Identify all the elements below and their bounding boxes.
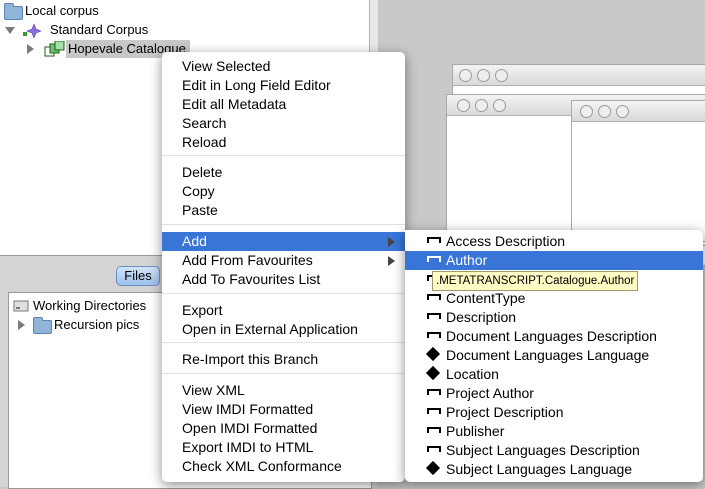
window-titlebar[interactable] (453, 65, 705, 86)
submenu-item-author[interactable]: Author (405, 251, 703, 270)
catalogue-icon (44, 41, 65, 57)
tooltip: .METATRANSCRIPT.Catalogue.Author (432, 271, 639, 291)
submenu-item-label: Publisher (446, 423, 505, 439)
submenu-item-label: Access Description (446, 233, 566, 249)
menu-separator (162, 293, 405, 294)
submenu-item-description[interactable]: Description (405, 308, 703, 327)
menu-item-copy[interactable]: Copy (162, 182, 405, 201)
expand-right-icon[interactable] (27, 44, 34, 54)
menu-separator (162, 373, 405, 374)
menu-item-add[interactable]: Add (162, 232, 405, 251)
corpus-icon (23, 23, 42, 39)
expand-right-icon[interactable] (18, 320, 25, 330)
window-minimize-icon[interactable] (598, 105, 611, 118)
node-icon (425, 346, 441, 362)
tab-files[interactable]: Files (116, 266, 160, 286)
field-icon (427, 427, 441, 435)
menu-item-edit-in-long-field-editor[interactable]: Edit in Long Field Editor (162, 76, 405, 95)
window-close-icon[interactable] (457, 99, 470, 112)
menu-item-view-imdi-formatted[interactable]: View IMDI Formatted (162, 400, 405, 419)
folder-icon (33, 317, 52, 334)
menu-item-reload[interactable]: Reload (162, 133, 405, 152)
submenu-item-label: Subject Languages Language (446, 461, 633, 477)
field-icon (427, 294, 441, 302)
submenu-item-label: Document Languages Language (446, 347, 650, 363)
window-close-icon[interactable] (580, 105, 593, 118)
window-minimize-icon[interactable] (477, 69, 490, 82)
menu-item-re-import-this-branch[interactable]: Re-Import this Branch (162, 350, 405, 369)
tree-node-label: Recursion pics (54, 317, 140, 332)
field-icon (427, 237, 441, 245)
field-icon (427, 446, 441, 454)
menu-item-check-xml-conformance[interactable]: Check XML Conformance (162, 457, 405, 476)
menu-item-delete[interactable]: Delete (162, 163, 405, 182)
window-titlebar[interactable] (572, 101, 705, 122)
submenu-item-location[interactable]: Location (405, 365, 703, 384)
menu-item-export[interactable]: Export (162, 301, 405, 320)
submenu-item-label: Project Description (446, 404, 564, 420)
submenu-item-label: Document Languages Description (446, 328, 657, 344)
field-icon (427, 256, 441, 264)
menu-item-open-imdi-formatted[interactable]: Open IMDI Formatted (162, 419, 405, 438)
submenu-item-label: Subject Languages Description (446, 442, 640, 458)
tree-node-standard-corpus[interactable]: Standard Corpus (0, 21, 200, 39)
submenu-item-label: Project Author (446, 385, 534, 401)
submenu-item-access-description[interactable]: Access Description (405, 232, 703, 251)
submenu-item-document-languages-language[interactable]: Document Languages Language (405, 346, 703, 365)
expand-down-icon[interactable] (5, 27, 15, 34)
tree-node-label: Working Directories (33, 298, 147, 313)
submenu-item-project-description[interactable]: Project Description (405, 403, 703, 422)
window-close-icon[interactable] (459, 69, 472, 82)
menu-separator (162, 155, 405, 156)
drive-icon (13, 300, 29, 312)
context-menu: View Selected Edit in Long Field Editor Ed… (162, 52, 405, 482)
field-icon (427, 408, 441, 416)
tree-node-label: Local corpus (25, 3, 99, 18)
menu-item-view-selected[interactable]: View Selected (162, 57, 405, 76)
window-zoom-icon[interactable] (495, 69, 508, 82)
node-icon (425, 365, 441, 381)
folder-icon (4, 3, 23, 20)
menu-separator (162, 224, 405, 225)
node-icon (425, 460, 441, 476)
submenu-arrow-icon (388, 237, 395, 247)
menu-item-view-xml[interactable]: View XML (162, 381, 405, 400)
submenu-item-subject-languages-language[interactable]: Subject Languages Language (405, 460, 703, 479)
background-window (571, 100, 705, 242)
field-icon (427, 389, 441, 397)
menu-item-search[interactable]: Search (162, 114, 405, 133)
submenu-item-label: ContentType (446, 290, 526, 306)
menu-item-add-from-favourites[interactable]: Add From Favourites (162, 251, 405, 270)
window-zoom-icon[interactable] (616, 105, 629, 118)
tree-node-label: Standard Corpus (50, 22, 149, 37)
menu-separator (162, 342, 405, 343)
submenu-item-subject-languages-description[interactable]: Subject Languages Description (405, 441, 703, 460)
window-zoom-icon[interactable] (493, 99, 506, 112)
add-submenu: Access Description Author ContentType Descr… (405, 230, 703, 482)
menu-item-paste[interactable]: Paste (162, 201, 405, 220)
field-icon (427, 332, 441, 340)
menu-item-open-in-external-application[interactable]: Open in External Application (162, 320, 405, 339)
submenu-item-label: Location (446, 366, 499, 382)
field-icon (427, 313, 441, 321)
submenu-item-document-languages-description[interactable]: Document Languages Description (405, 327, 703, 346)
submenu-item-project-author[interactable]: Project Author (405, 384, 703, 403)
submenu-item-publisher[interactable]: Publisher (405, 422, 703, 441)
submenu-item-contenttype[interactable]: ContentType (405, 289, 703, 308)
menu-item-edit-all-metadata[interactable]: Edit all Metadata (162, 95, 405, 114)
menu-item-export-imdi-to-html[interactable]: Export IMDI to HTML (162, 438, 405, 457)
submenu-item-label: Description (446, 309, 517, 325)
menu-item-add-to-favourites-list[interactable]: Add To Favourites List (162, 270, 405, 289)
submenu-item-label: Author (446, 252, 488, 268)
submenu-arrow-icon (388, 256, 395, 266)
window-minimize-icon[interactable] (475, 99, 488, 112)
